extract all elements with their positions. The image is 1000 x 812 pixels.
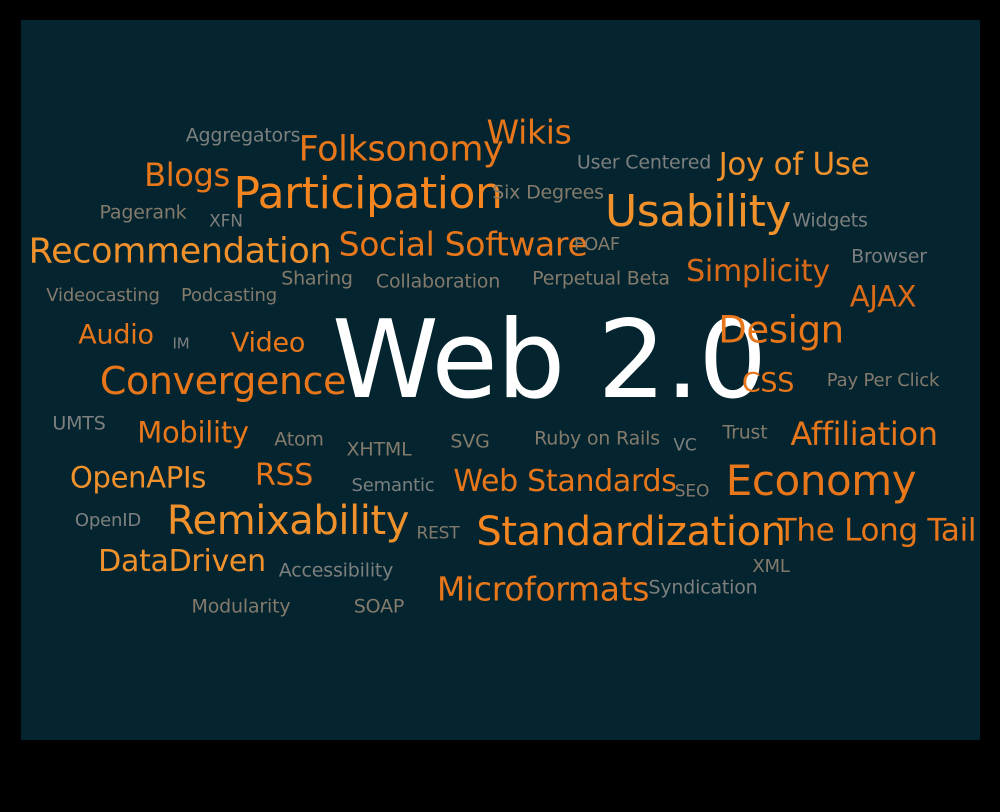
cloud-word: AJAX bbox=[849, 279, 917, 314]
cloud-word: Sharing bbox=[281, 267, 353, 290]
cloud-word: UMTS bbox=[52, 412, 106, 435]
cloud-word: Usability bbox=[604, 186, 792, 237]
cloud-word: CSS bbox=[741, 367, 795, 399]
cloud-word: IM bbox=[172, 334, 190, 353]
cloud-word: Podcasting bbox=[180, 285, 278, 306]
cloud-word: Widgets bbox=[792, 209, 868, 232]
cloud-word: Convergence bbox=[99, 359, 347, 403]
cloud-word: Recommendation bbox=[28, 231, 332, 272]
cloud-word: Videocasting bbox=[46, 285, 160, 306]
cloud-word: RSS bbox=[254, 458, 314, 493]
cloud-word: Trust bbox=[722, 421, 768, 444]
word-cloud-panel: Web 2.0 Participation Usability Economy Stan… bbox=[21, 20, 980, 740]
cloud-word: Pagerank bbox=[99, 201, 187, 224]
cloud-word: XHTML bbox=[346, 438, 412, 461]
cloud-word: VC bbox=[673, 435, 697, 456]
cloud-word: Participation bbox=[233, 168, 503, 219]
cloud-word: XFN bbox=[209, 211, 243, 232]
cloud-word: DataDriven bbox=[98, 544, 266, 579]
cloud-word: Economy bbox=[725, 456, 917, 505]
cloud-word: REST bbox=[416, 523, 460, 544]
cloud-word: Semantic bbox=[351, 475, 435, 496]
cloud-word: Accessibility bbox=[278, 559, 394, 582]
cloud-word: SOAP bbox=[353, 595, 405, 618]
screenshot-stage: Web 2.0 Participation Usability Economy Stan… bbox=[0, 0, 1000, 812]
cloud-word: Web 2.0 bbox=[332, 298, 767, 423]
cloud-word: Modularity bbox=[191, 595, 291, 618]
cloud-word: Wikis bbox=[486, 112, 572, 152]
cloud-word: Syndication bbox=[648, 576, 758, 599]
cloud-word: OpenID bbox=[74, 510, 142, 531]
cloud-word: User Centered bbox=[576, 151, 712, 174]
cloud-word: Aggregators bbox=[185, 124, 301, 147]
cloud-word: Joy of Use bbox=[718, 146, 870, 183]
cloud-word: Folksonomy bbox=[298, 129, 504, 170]
cloud-word: Audio bbox=[78, 319, 154, 351]
cloud-word: Ruby on Rails bbox=[534, 427, 660, 450]
cloud-word: Atom bbox=[274, 428, 324, 451]
cloud-word: Standardization bbox=[476, 509, 786, 555]
cloud-word: Web Standards bbox=[453, 464, 677, 499]
cloud-word: Browser bbox=[851, 245, 927, 268]
cloud-word: Remixability bbox=[166, 498, 410, 544]
cloud-word: Pay Per Click bbox=[826, 370, 940, 391]
cloud-word: OpenAPIs bbox=[69, 460, 207, 495]
cloud-word: Mobility bbox=[137, 415, 249, 450]
cloud-word: FOAF bbox=[573, 234, 621, 255]
cloud-word: The Long Tail bbox=[777, 512, 977, 549]
cloud-word: Blogs bbox=[144, 156, 230, 194]
cloud-word: Six Degrees bbox=[492, 181, 604, 204]
cloud-word: Social Software bbox=[338, 224, 588, 264]
cloud-word: SEO bbox=[674, 481, 710, 502]
cloud-word: Design bbox=[718, 308, 844, 352]
cloud-word: XML bbox=[752, 556, 790, 577]
cloud-word: Perpetual Beta bbox=[532, 267, 670, 290]
cloud-word: Affiliation bbox=[790, 415, 938, 453]
cloud-word: Video bbox=[230, 327, 306, 359]
cloud-word: SVG bbox=[450, 430, 490, 453]
cloud-word: Collaboration bbox=[375, 270, 501, 293]
cloud-word: Simplicity bbox=[686, 254, 830, 289]
cloud-word: Microformats bbox=[436, 569, 650, 609]
